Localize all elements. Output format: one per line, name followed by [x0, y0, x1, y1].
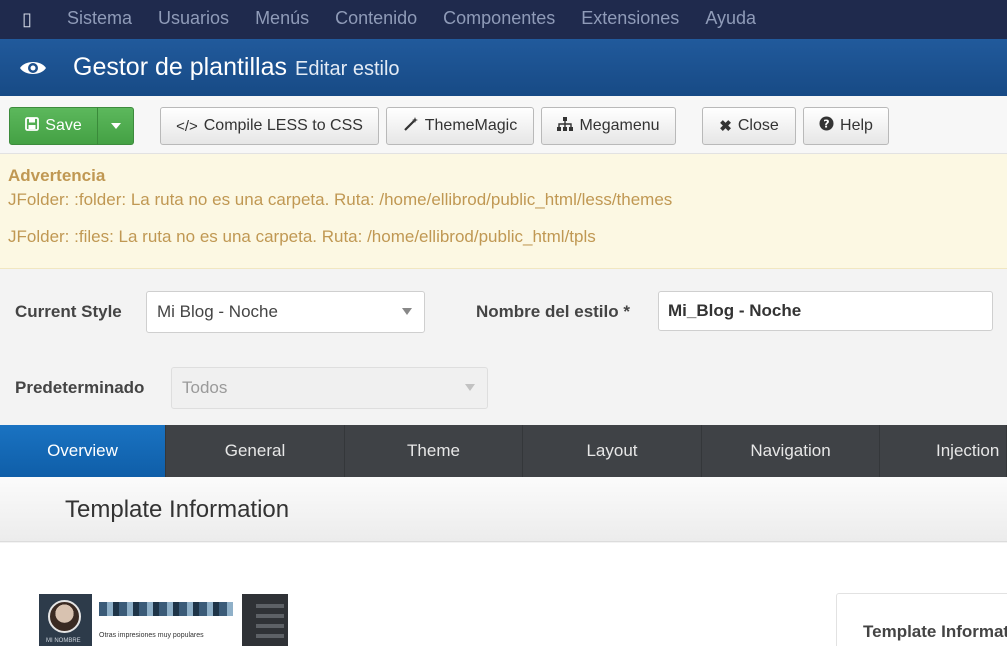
page-title: Gestor de plantillas	[73, 53, 288, 81]
tab-injection[interactable]: Injection	[880, 425, 1007, 477]
admin-menu-bar: ▯ Sistema Usuarios Menús Contenido Compo…	[0, 0, 1007, 39]
thumbnail-caption: Otras impresiones muy populares	[99, 632, 204, 639]
svg-text:?: ?	[823, 118, 829, 131]
default-label: Predeterminado	[15, 378, 145, 397]
template-info-card: Template Information	[836, 593, 1007, 646]
page-header: Gestor de plantillas Editar estilo	[0, 39, 1007, 96]
overview-content: MI NOMBRE Otras impresiones muy populare…	[0, 543, 1007, 646]
menu-item-contenido[interactable]: Contenido	[322, 0, 430, 39]
x-icon: ✖	[719, 118, 732, 135]
joomla-logo-icon[interactable]: ▯	[0, 0, 54, 39]
style-name-label: Nombre del estilo *	[476, 302, 630, 321]
tab-bar: Overview General Theme Layout Navigation…	[0, 425, 1007, 477]
tab-general[interactable]: General	[166, 425, 345, 477]
magic-wand-icon	[403, 116, 419, 137]
template-thumbnail: MI NOMBRE Otras impresiones muy populare…	[39, 594, 288, 646]
thumbnail-sidebar: MI NOMBRE	[39, 594, 92, 646]
thumbnail-banner	[99, 602, 233, 616]
eye-icon	[0, 58, 66, 78]
save-label: Save	[45, 117, 82, 134]
section-header: Template Information	[0, 477, 1007, 542]
compile-less-button[interactable]: </> Compile LESS to CSS	[160, 107, 379, 145]
info-card-title: Template Information	[863, 622, 1007, 641]
menu-item-ayuda[interactable]: Ayuda	[692, 0, 769, 39]
thumbnail-line	[256, 624, 284, 628]
thememagic-label: ThemeMagic	[424, 117, 518, 134]
save-button[interactable]: Save	[9, 107, 98, 145]
tab-overview[interactable]: Overview	[0, 425, 166, 477]
warning-title: Advertencia	[8, 166, 106, 185]
thumbnail-line	[256, 604, 284, 608]
floppy-icon	[25, 116, 40, 136]
thumbnail-right-panel	[242, 594, 288, 646]
style-form: Current Style Mi Blog - Noche Nombre del…	[0, 270, 1007, 425]
thumbnail-line	[256, 614, 284, 618]
close-label: Close	[737, 117, 779, 134]
tab-navigation[interactable]: Navigation	[702, 425, 880, 477]
current-style-label: Current Style	[15, 302, 122, 321]
help-label: Help	[840, 117, 873, 134]
avatar	[48, 600, 81, 633]
code-icon: </>	[176, 117, 198, 135]
section-title: Template Information	[65, 496, 290, 523]
warning-message: JFolder: :folder: La ruta no es una carp…	[8, 190, 673, 209]
caret-down-icon	[465, 384, 475, 391]
tab-layout[interactable]: Layout	[523, 425, 702, 477]
caret-down-icon	[110, 123, 121, 129]
current-style-select[interactable]: Mi Blog - Noche	[146, 291, 425, 333]
caret-down-icon	[402, 308, 412, 315]
thememagic-button[interactable]: ThemeMagic	[386, 107, 534, 145]
warning-message: JFolder: :files: La ruta no es una carpe…	[8, 227, 596, 246]
sitemap-icon	[557, 116, 574, 136]
menu-item-sistema[interactable]: Sistema	[54, 0, 145, 39]
menu-item-extensiones[interactable]: Extensiones	[568, 0, 692, 39]
menu-item-menus[interactable]: Menús	[242, 0, 322, 39]
thumbnail-line	[256, 634, 284, 638]
save-options-dropdown-button[interactable]	[97, 107, 134, 145]
megamenu-label: Megamenu	[579, 117, 660, 134]
menu-item-usuarios[interactable]: Usuarios	[145, 0, 242, 39]
default-value: Todos	[182, 378, 228, 397]
warning-alert: Advertencia JFolder: :folder: La ruta no…	[0, 154, 1007, 269]
style-name-value: Mi_Blog - Noche	[668, 301, 802, 320]
help-button[interactable]: ? Help	[803, 107, 889, 145]
default-select: Todos	[171, 367, 488, 409]
thumbnail-profile-name: MI NOMBRE	[46, 638, 81, 644]
style-name-input[interactable]: Mi_Blog - Noche	[658, 291, 993, 331]
compile-label: Compile LESS to CSS	[203, 117, 363, 134]
question-circle-icon: ?	[819, 116, 834, 136]
close-button[interactable]: ✖ Close	[702, 107, 796, 145]
megamenu-button[interactable]: Megamenu	[541, 107, 676, 145]
current-style-value: Mi Blog - Noche	[157, 302, 278, 321]
toolbar: Save </> Compile LESS to CSS ThemeMagic …	[0, 96, 1007, 154]
menu-item-componentes[interactable]: Componentes	[430, 0, 568, 39]
tab-theme[interactable]: Theme	[345, 425, 523, 477]
page-subtitle: Editar estilo	[295, 58, 400, 80]
